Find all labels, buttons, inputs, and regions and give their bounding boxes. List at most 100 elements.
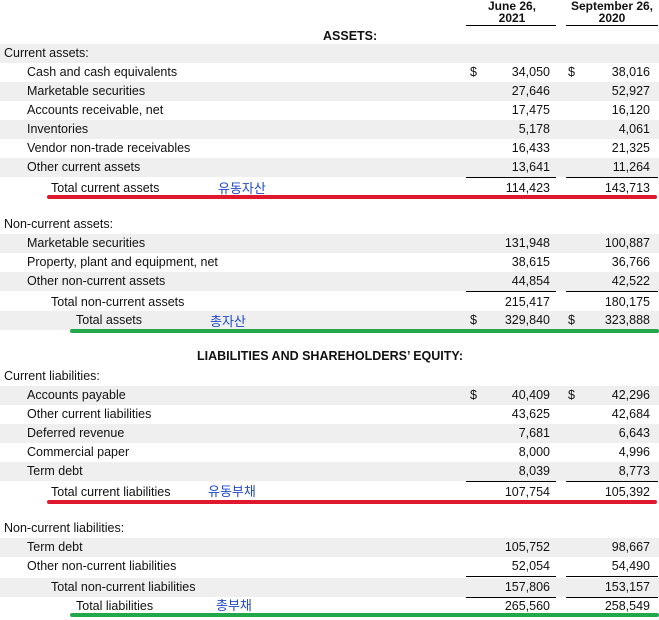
row-label: Term debt — [27, 540, 83, 554]
value-september-2020: 4,061 — [618, 122, 650, 136]
table-row: Deferred revenue 7,681 6,643 — [0, 424, 659, 443]
table-row: Cash and cash equivalents $34,050 $38,016 — [0, 63, 659, 82]
value-june-2021: 43,625 — [511, 407, 550, 421]
row-label: Current assets: — [4, 46, 89, 60]
annotation-total-liabilities: 총부채 — [216, 599, 252, 614]
table-row: Total non-current liabilities 157,806 153,… — [0, 578, 659, 597]
value-june-2021: 52,054 — [511, 559, 550, 573]
subtotal-rule — [566, 291, 658, 292]
row-label: Marketable securities — [27, 236, 146, 250]
red-underline-marker-current-assets — [47, 195, 657, 199]
table-row: Inventories 5,178 4,061 — [0, 120, 659, 139]
value-september-2020: 11,264 — [612, 160, 650, 174]
value-june-2021: 27,646 — [511, 84, 550, 98]
row-label: Non-current assets: — [4, 217, 114, 231]
row-label: Current liabilities: — [4, 369, 100, 383]
row-label: Other non-current liabilities — [27, 559, 177, 573]
table-row: Vendor non-trade receivables 16,433 21,325 — [0, 139, 659, 158]
table-row: Property, plant and equipment, net 38,615… — [0, 253, 659, 272]
table-row: Commercial paper 8,000 4,996 — [0, 443, 659, 462]
red-underline-marker-current-liabilities — [47, 500, 657, 504]
annotation-total-assets: 총자산 — [210, 315, 246, 330]
value-june-2021: 5,178 — [518, 122, 550, 136]
value-june-2021: 34,050 — [511, 65, 550, 79]
value-september-2020: 6,643 — [618, 426, 650, 440]
table-row: Current liabilities: — [0, 367, 659, 386]
value-june-2021: 13,641 — [511, 160, 550, 174]
value-june-2021: 131,948 — [504, 236, 550, 250]
currency-symbol-2020: $ — [568, 388, 575, 402]
value-september-2020: 16,120 — [611, 103, 650, 117]
table-row: Other current assets 13,641 11,264 — [0, 158, 659, 177]
value-september-2020: 323,888 — [604, 313, 650, 327]
row-label: Marketable securities — [27, 84, 146, 98]
row-label: Vendor non-trade receivables — [27, 141, 191, 155]
value-june-2021: 329,840 — [504, 313, 550, 327]
liabilities-equity-heading: LIABILITIES AND SHAREHOLDERS’ EQUITY: — [197, 349, 463, 363]
table-row: Total assets $329,840 $323,888 — [0, 311, 659, 330]
green-underline-marker-total-assets — [70, 329, 659, 333]
column-header-line2: 2020 — [598, 11, 626, 25]
currency-symbol-2021: $ — [470, 65, 477, 79]
value-september-2020: 42,522 — [611, 274, 650, 288]
table-row: Non-current liabilities: — [0, 519, 659, 538]
table-row: Marketable securities 131,948 100,887 — [0, 234, 659, 253]
value-june-2021: 8,000 — [518, 445, 550, 459]
table-row: Accounts payable $40,409 $42,296 — [0, 386, 659, 405]
row-label: Total non-current assets — [51, 295, 185, 309]
header-underline-col1 — [466, 25, 556, 26]
table-row: Other current liabilities 43,625 42,684 — [0, 405, 659, 424]
value-june-2021: 44,854 — [511, 274, 550, 288]
subtotal-rule — [566, 576, 658, 577]
green-underline-marker-total-liabilities — [70, 613, 659, 617]
value-june-2021: 17,475 — [511, 103, 550, 117]
subtotal-rule — [466, 177, 556, 178]
row-label: Total assets — [76, 313, 143, 327]
value-june-2021: 16,433 — [511, 141, 550, 155]
value-september-2020: 100,887 — [604, 236, 650, 250]
table-row: Term debt 105,752 98,667 — [0, 538, 659, 557]
row-label: Total non-current liabilities — [51, 580, 196, 594]
value-june-2021: 40,409 — [511, 388, 550, 402]
annotation-current-liabilities: 유동부채 — [208, 485, 256, 500]
currency-symbol-2021: $ — [470, 388, 477, 402]
value-september-2020: 42,684 — [611, 407, 650, 421]
table-row: Total non-current assets 215,417 180,175 — [0, 293, 659, 312]
row-label: Inventories — [27, 122, 89, 136]
assets-heading: ASSETS: — [323, 29, 378, 43]
table-row: Other non-current assets 44,854 42,522 — [0, 272, 659, 291]
value-september-2020: 54,490 — [611, 559, 650, 573]
value-september-2020: 52,927 — [611, 84, 650, 98]
currency-symbol-2021: $ — [470, 313, 477, 327]
table-row: Accounts receivable, net 17,475 16,120 — [0, 101, 659, 120]
subtotal-rule — [466, 576, 556, 577]
value-june-2021: 38,615 — [511, 255, 550, 269]
value-june-2021: 8,039 — [518, 464, 550, 478]
header-underline-col2 — [566, 25, 658, 26]
value-september-2020: 8,773 — [618, 464, 650, 478]
table-row: Non-current assets: — [0, 215, 659, 234]
value-june-2021: 105,752 — [504, 540, 550, 554]
value-september-2020: 180,175 — [604, 295, 650, 309]
subtotal-rule — [566, 481, 658, 482]
column-header-june-2021: June 26, 2021 — [472, 0, 552, 24]
subtotal-rule — [566, 177, 658, 178]
row-label: Accounts payable — [27, 388, 126, 402]
row-label: Deferred revenue — [27, 426, 125, 440]
row-label: Non-current liabilities: — [4, 521, 125, 535]
row-label: Cash and cash equivalents — [27, 65, 178, 79]
value-september-2020: 42,296 — [611, 388, 650, 402]
value-september-2020: 36,766 — [611, 255, 650, 269]
subtotal-rule — [466, 481, 556, 482]
currency-symbol-2020: $ — [568, 65, 575, 79]
table-row: Current assets: — [0, 44, 659, 63]
row-label: Commercial paper — [27, 445, 130, 459]
value-june-2021: 215,417 — [504, 295, 550, 309]
subtotal-rule — [466, 291, 556, 292]
value-september-2020: 38,016 — [611, 65, 650, 79]
value-june-2021: 157,806 — [504, 580, 550, 594]
row-label: Accounts receivable, net — [27, 103, 164, 117]
currency-symbol-2020: $ — [568, 313, 575, 327]
row-label: Other non-current assets — [27, 274, 166, 288]
table-row: Other non-current liabilities 52,054 54,49… — [0, 557, 659, 576]
